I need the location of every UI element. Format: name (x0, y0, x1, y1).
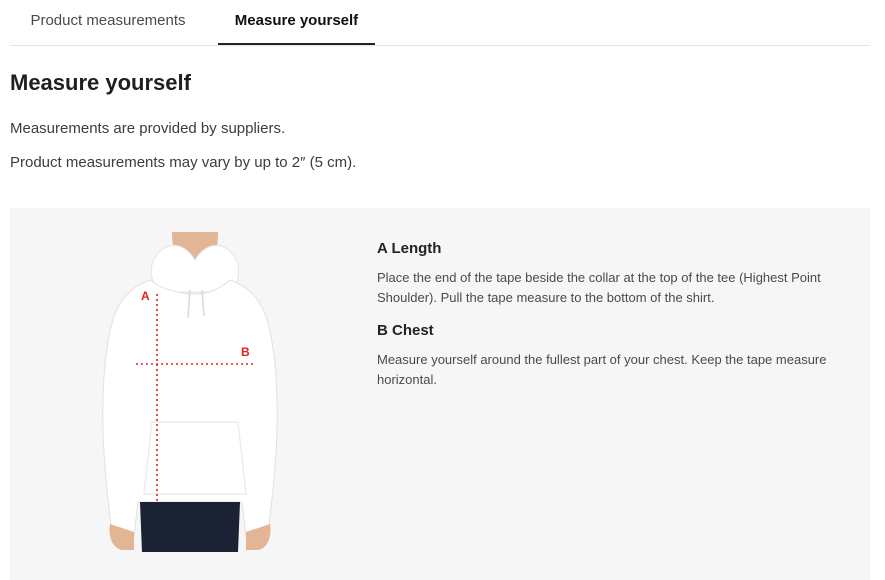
hoodie-figure-svg: A B (102, 232, 278, 552)
measure-guide-panel: A B A Length Place the end of the tape b… (10, 208, 870, 580)
length-marker-label: A (141, 289, 150, 303)
variation-note: Product measurements may vary by up to 2… (10, 154, 357, 171)
length-instructions: Place the end of the tape beside the col… (377, 270, 821, 305)
tab-measure-yourself[interactable]: Measure yourself (218, 0, 375, 45)
length-heading: A Length (377, 240, 442, 257)
trousers (140, 502, 240, 552)
page-title: Measure yourself (10, 70, 191, 95)
chest-heading: B Chest (377, 322, 434, 339)
chest-marker-label: B (241, 345, 250, 359)
chest-instructions: Measure yourself around the fullest part… (377, 352, 827, 387)
suppliers-note: Measurements are provided by suppliers. (10, 120, 286, 137)
tab-product-measurements[interactable]: Product measurements (10, 0, 206, 45)
tab-bar: Product measurements Measure yourself (10, 0, 870, 46)
hoodie-model-image: A B (90, 232, 290, 552)
measurement-instructions: A Length Place the end of the tape besid… (377, 240, 837, 404)
hoodie-body (102, 279, 278, 537)
